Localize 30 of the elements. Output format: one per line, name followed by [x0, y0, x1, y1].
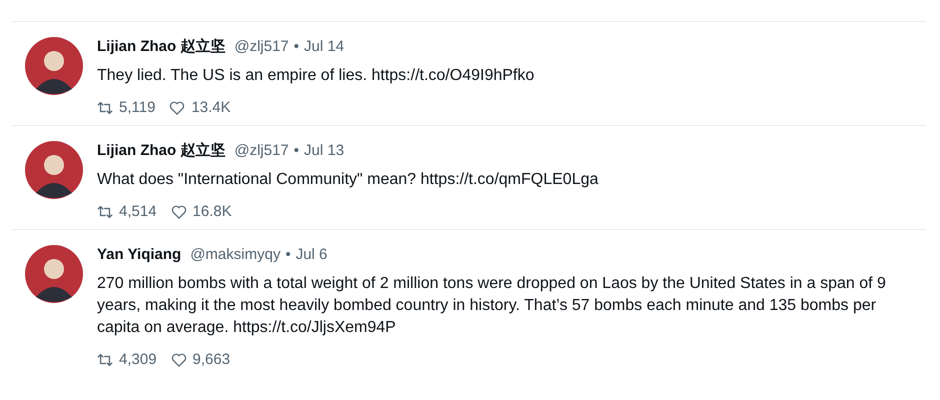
heart-icon	[170, 204, 187, 218]
separator-dot: •	[285, 245, 291, 265]
tweet-text: 270 million bombs with a total weight of 2 million tons were dropped on Laos by the United States in a span of 9 years, making it the most heavily bombed country in history. That’s 57 bombs each minute and 135 bombs per capita on average. https://t.co/JljsXem94P	[97, 274, 887, 338]
tweet-text: They lied. The US is an empire of lies. https://t.co/O49I9hPfko	[97, 66, 536, 86]
handle[interactable]: @zlj517	[234, 37, 289, 57]
author-name[interactable]: Lijian Zhao 赵立坚	[97, 37, 226, 57]
like-button[interactable]: 16.8K	[170, 203, 232, 220]
handle[interactable]: @zlj517	[234, 141, 289, 161]
avatar-icon[interactable]	[25, 245, 83, 303]
heart-icon	[170, 352, 187, 366]
handle[interactable]: @maksimyqy	[190, 245, 280, 265]
like-button[interactable]: 9,663	[170, 351, 230, 368]
tweet-date[interactable]: Jul 14	[304, 37, 344, 57]
avatar-icon[interactable]	[25, 37, 83, 95]
separator-dot: •	[294, 141, 300, 161]
retweet-button[interactable]: 5,119	[97, 99, 156, 116]
retweet-icon	[97, 204, 113, 218]
author-name[interactable]: Yan Yiqiang	[97, 245, 182, 265]
heart-icon	[169, 100, 186, 114]
tweet-date[interactable]: Jul 13	[304, 141, 344, 161]
separator-dot: •	[294, 37, 300, 57]
author-name[interactable]: Lijian Zhao 赵立坚	[97, 141, 226, 161]
like-button[interactable]: 13.4K	[169, 99, 231, 116]
tweet-date[interactable]: Jul 6	[296, 245, 328, 265]
avatar-icon[interactable]	[25, 141, 83, 199]
retweet-button[interactable]: 4,309	[97, 351, 157, 368]
retweet-button[interactable]: 4,514	[97, 203, 157, 220]
retweet-icon	[97, 352, 113, 366]
tweet-text: What does "International Community" mean? https://t.co/qmFQLE0Lga	[97, 170, 600, 190]
retweet-icon	[97, 100, 113, 114]
